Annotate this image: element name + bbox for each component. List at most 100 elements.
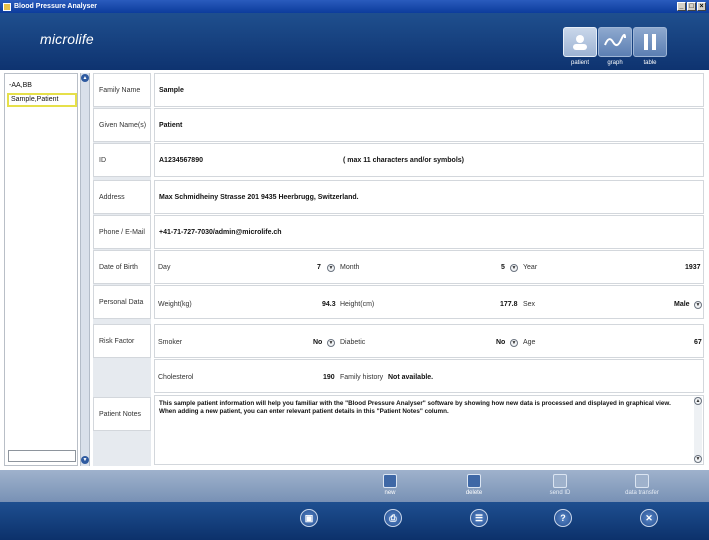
help-icon[interactable]: ? xyxy=(554,509,572,527)
notes-scroll-up-icon[interactable]: ▲ xyxy=(694,397,702,405)
new-button[interactable]: new xyxy=(360,474,420,496)
diabetic-label: Diabetic xyxy=(340,339,366,346)
patient-search-input[interactable] xyxy=(8,450,76,462)
smoker-label: Smoker xyxy=(158,339,183,346)
close-window-button[interactable]: × xyxy=(697,2,706,11)
sex-dropdown-icon[interactable]: ▼ xyxy=(694,301,702,309)
day-label: Day xyxy=(158,264,171,271)
family-name-field[interactable]: Sample xyxy=(154,73,704,107)
tab-table[interactable] xyxy=(633,27,667,57)
id-value: A1234567890 xyxy=(159,157,203,164)
cholesterol-field: Cholesterol 190 Family history Not avail… xyxy=(154,359,704,393)
day-value[interactable]: 7 xyxy=(317,264,321,271)
window-title: Blood Pressure Analyser xyxy=(14,3,97,10)
month-label: Month xyxy=(340,264,360,271)
action-bar: new delete send ID data transfer xyxy=(0,470,709,502)
app-icon xyxy=(3,2,11,11)
patient-list: -AA,BB Sample,Patient xyxy=(4,73,78,466)
patient-notes-textarea[interactable]: This sample patient information will hel… xyxy=(154,395,704,465)
data-transfer-button-label: data transfer xyxy=(625,490,659,496)
window-titlebar: Blood Pressure Analyser _ □ × xyxy=(0,0,709,13)
family-name-value: Sample xyxy=(159,87,184,94)
year-value[interactable]: 1937 xyxy=(685,264,701,271)
delete-button-label: delete xyxy=(465,490,483,496)
personal-data-label: Personal Data xyxy=(93,285,151,319)
diabetic-value[interactable]: No xyxy=(496,339,505,346)
window-controls: _ □ × xyxy=(677,2,706,11)
family-history-label: Family history xyxy=(340,374,384,381)
maximize-button[interactable]: □ xyxy=(687,2,696,11)
patient-list-scrollbar[interactable]: ▲ ▼ xyxy=(80,73,90,466)
smoker-dropdown-icon[interactable]: ▼ xyxy=(327,339,335,347)
patient-notes-label: Patient Notes xyxy=(93,397,151,431)
notes-scrollbar[interactable]: ▲ ▼ xyxy=(694,397,702,463)
close-icon[interactable]: ✕ xyxy=(640,509,658,527)
date-of-birth-label: Date of Birth xyxy=(93,250,151,284)
patient-list-item-selected[interactable]: Sample,Patient xyxy=(7,93,77,107)
graph-icon xyxy=(604,34,626,46)
patient-notes-text: This sample patient information will hel… xyxy=(159,400,671,415)
data-transfer-button[interactable]: data transfer xyxy=(612,474,672,496)
table-icon xyxy=(644,34,656,50)
address-label: Address xyxy=(93,180,151,214)
patient-list-item[interactable]: -AA,BB xyxy=(7,79,77,93)
new-patient-icon xyxy=(383,474,397,488)
app-header: microlife patient graph table xyxy=(0,13,709,70)
patient-content: -AA,BB Sample,Patient ▲ ▼ Family Name Sa… xyxy=(0,70,709,470)
month-value[interactable]: 5 xyxy=(501,264,505,271)
tab-graph-label: graph xyxy=(607,60,623,66)
notes-scroll-down-icon[interactable]: ▼ xyxy=(694,455,702,463)
sex-value[interactable]: Male xyxy=(674,301,690,308)
tab-patient[interactable] xyxy=(563,27,597,57)
microlife-logo: microlife xyxy=(40,31,94,47)
send-id-icon xyxy=(553,474,567,488)
date-of-birth-field: Day 7 ▼ Month 5 ▼ Year 1937 xyxy=(154,250,704,284)
height-value[interactable]: 177.8 xyxy=(500,301,518,308)
id-label: ID xyxy=(93,143,151,177)
phone-email-field[interactable]: +41-71-727-7030/admin@microlife.ch xyxy=(154,215,704,249)
scroll-down-icon[interactable]: ▼ xyxy=(81,456,89,464)
send-id-button-label: send ID xyxy=(549,490,571,496)
weight-value[interactable]: 94.3 xyxy=(322,301,336,308)
cholesterol-label: Cholesterol xyxy=(158,374,194,381)
scroll-up-icon[interactable]: ▲ xyxy=(81,74,89,82)
save-icon[interactable]: ▣ xyxy=(300,509,318,527)
minimize-button[interactable]: _ xyxy=(677,2,686,11)
family-name-label: Family Name xyxy=(93,73,151,107)
bottom-toolbar: ▣ ⎙ ☰ ? ✕ xyxy=(0,502,709,540)
age-value: 67 xyxy=(694,339,702,346)
weight-label: Weight(kg) xyxy=(158,301,192,308)
delete-button[interactable]: delete xyxy=(444,474,504,496)
given-names-label: Given Name(s) xyxy=(93,108,151,142)
given-names-field[interactable]: Patient xyxy=(154,108,704,142)
phone-email-label: Phone / E-Mail xyxy=(93,215,151,249)
year-label: Year xyxy=(523,264,538,271)
tab-patient-label: patient xyxy=(570,60,589,66)
given-names-value: Patient xyxy=(159,122,183,129)
id-field[interactable]: A1234567890 ( max 11 characters and/or s… xyxy=(154,143,704,177)
address-field[interactable]: Max Schmidheiny Strasse 201 9435 Heerbru… xyxy=(154,180,704,214)
id-hint: ( max 11 characters and/or symbols) xyxy=(343,157,464,164)
smoker-value[interactable]: No xyxy=(313,339,322,346)
month-dropdown-icon[interactable]: ▼ xyxy=(510,264,518,272)
diabetic-dropdown-icon[interactable]: ▼ xyxy=(510,339,518,347)
risk-factor-label: Risk Factor xyxy=(93,324,151,358)
data-transfer-icon xyxy=(635,474,649,488)
height-label: Height(cm) xyxy=(340,301,375,308)
tab-graph[interactable] xyxy=(598,27,632,57)
address-value: Max Schmidheiny Strasse 201 9435 Heerbru… xyxy=(159,194,359,201)
cholesterol-value[interactable]: 190 xyxy=(323,374,335,381)
day-dropdown-icon[interactable]: ▼ xyxy=(327,264,335,272)
sex-label: Sex xyxy=(523,301,536,308)
send-id-button[interactable]: send ID xyxy=(530,474,590,496)
family-history-value[interactable]: Not available. xyxy=(388,374,433,381)
new-button-label: new xyxy=(384,490,396,496)
tab-table-label: table xyxy=(643,60,657,66)
age-label: Age xyxy=(523,339,536,346)
list-icon[interactable]: ☰ xyxy=(470,509,488,527)
personal-data-field: Weight(kg) 94.3 Height(cm) 177.8 Sex Mal… xyxy=(154,285,704,319)
risk-factor-field: Smoker No ▼ Diabetic No ▼ Age 67 xyxy=(154,324,704,358)
delete-icon xyxy=(467,474,481,488)
print-icon[interactable]: ⎙ xyxy=(384,509,402,527)
phone-email-value: +41-71-727-7030/admin@microlife.ch xyxy=(159,229,282,236)
